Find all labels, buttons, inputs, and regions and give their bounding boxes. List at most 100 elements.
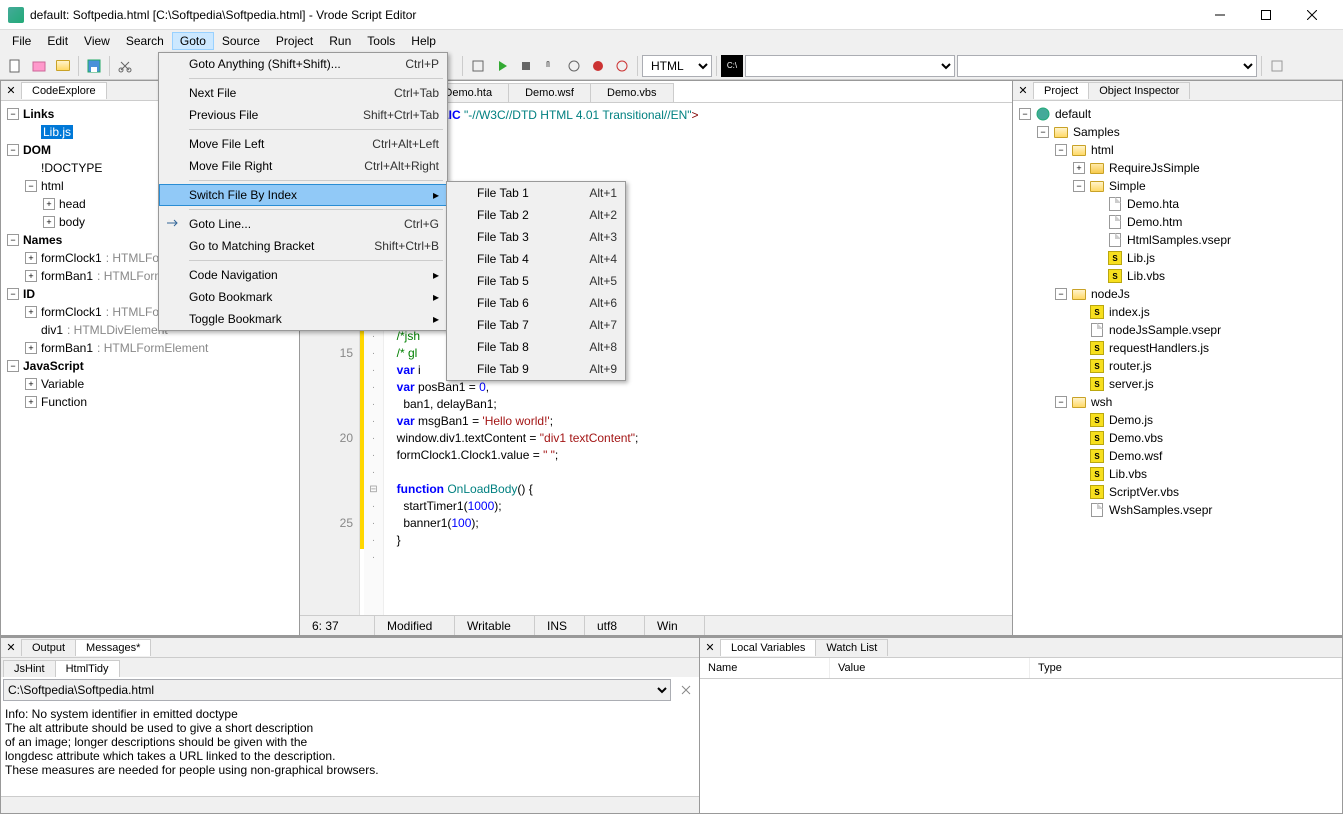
output-scrollbar[interactable] bbox=[1, 796, 699, 813]
tree-toggle[interactable]: − bbox=[1055, 144, 1067, 156]
goto-go-to-matching-bracket[interactable]: Go to Matching BracketShift+Ctrl+B bbox=[159, 235, 447, 257]
tree-node-samples[interactable]: −Samples bbox=[1015, 123, 1340, 141]
filetab-alt-6[interactable]: File Tab 6Alt+6 bbox=[447, 292, 625, 314]
menu-search[interactable]: Search bbox=[118, 32, 172, 50]
tree-node-demo-wsf[interactable]: SDemo.wsf bbox=[1015, 447, 1340, 465]
tree-node-index-js[interactable]: Sindex.js bbox=[1015, 303, 1340, 321]
goto-goto-anything-shift-shift-[interactable]: Goto Anything (Shift+Shift)...Ctrl+P bbox=[159, 53, 447, 75]
tree-toggle[interactable]: − bbox=[1055, 396, 1067, 408]
toggle-button[interactable] bbox=[467, 55, 489, 77]
close-button[interactable] bbox=[1289, 0, 1335, 30]
tree-node-formban1[interactable]: +formBan1: HTMLFormElement bbox=[3, 339, 297, 357]
tree-toggle[interactable]: − bbox=[7, 288, 19, 300]
tree-node-lib-js[interactable]: SLib.js bbox=[1015, 249, 1340, 267]
terminal-button[interactable]: C:\ bbox=[721, 55, 743, 77]
tree-node-html[interactable]: −html bbox=[1015, 141, 1340, 159]
tree-node-lib-vbs[interactable]: SLib.vbs bbox=[1015, 267, 1340, 285]
tree-node-variable[interactable]: +Variable bbox=[3, 375, 297, 393]
filetab-alt-2[interactable]: File Tab 2Alt+2 bbox=[447, 204, 625, 226]
output-tab[interactable]: Output bbox=[21, 639, 76, 656]
tree-node-simple[interactable]: −Simple bbox=[1015, 177, 1340, 195]
run-button[interactable] bbox=[491, 55, 513, 77]
filetab-alt-4[interactable]: File Tab 4Alt+4 bbox=[447, 248, 625, 270]
output-close-icon[interactable]: ✕ bbox=[3, 640, 19, 656]
tree-node-nodejssample-vsepr[interactable]: nodeJsSample.vsepr bbox=[1015, 321, 1340, 339]
col-type[interactable]: Type bbox=[1030, 658, 1342, 678]
goto-move-file-left[interactable]: Move File LeftCtrl+Alt+Left bbox=[159, 133, 447, 155]
tree-toggle[interactable]: − bbox=[7, 234, 19, 246]
output-tool-button[interactable] bbox=[675, 679, 697, 701]
tree-toggle[interactable]: + bbox=[25, 270, 37, 282]
messages-tab[interactable]: Messages* bbox=[75, 639, 151, 656]
combo1[interactable] bbox=[745, 55, 955, 77]
tree-toggle[interactable]: − bbox=[7, 108, 19, 120]
menu-edit[interactable]: Edit bbox=[39, 32, 76, 50]
vars-close-icon[interactable]: ✕ bbox=[702, 640, 718, 656]
stop-button[interactable] bbox=[515, 55, 537, 77]
filetab-alt-1[interactable]: File Tab 1Alt+1 bbox=[447, 182, 625, 204]
goto-toggle-bookmark[interactable]: Toggle Bookmark▸ bbox=[159, 308, 447, 330]
open-button[interactable] bbox=[52, 55, 74, 77]
filetab-alt-5[interactable]: File Tab 5Alt+5 bbox=[447, 270, 625, 292]
tree-toggle[interactable]: − bbox=[7, 360, 19, 372]
project-tab[interactable]: Project bbox=[1033, 82, 1089, 99]
goto-switch-file-by-index[interactable]: Switch File By Index▸File Tab 1Alt+1File… bbox=[159, 184, 447, 206]
tree-toggle[interactable]: + bbox=[25, 396, 37, 408]
tree-node-scriptver-vbs[interactable]: SScriptVer.vbs bbox=[1015, 483, 1340, 501]
filetab-demo-wsf[interactable]: Demo.wsf bbox=[508, 83, 591, 102]
tree-node-javascript[interactable]: −JavaScript bbox=[3, 357, 297, 375]
project-tree[interactable]: −default−Samples−html+RequireJsSimple−Si… bbox=[1013, 101, 1342, 635]
tree-node-demo-htm[interactable]: Demo.htm bbox=[1015, 213, 1340, 231]
tree-node-htmlsamples-vsepr[interactable]: HtmlSamples.vsepr bbox=[1015, 231, 1340, 249]
watch-list-tab[interactable]: Watch List bbox=[815, 639, 888, 656]
tree-toggle[interactable]: − bbox=[1073, 180, 1085, 192]
combo2[interactable] bbox=[957, 55, 1257, 77]
save-button[interactable] bbox=[83, 55, 105, 77]
tree-node-demo-hta[interactable]: Demo.hta bbox=[1015, 195, 1340, 213]
menu-view[interactable]: View bbox=[76, 32, 118, 50]
minimize-button[interactable] bbox=[1197, 0, 1243, 30]
menu-source[interactable]: Source bbox=[214, 32, 268, 50]
tree-node-router-js[interactable]: Srouter.js bbox=[1015, 357, 1340, 375]
tree-node-wshsamples-vsepr[interactable]: WshSamples.vsepr bbox=[1015, 501, 1340, 519]
menu-help[interactable]: Help bbox=[403, 32, 444, 50]
object-inspector-tab[interactable]: Object Inspector bbox=[1088, 82, 1190, 99]
tree-node-server-js[interactable]: Sserver.js bbox=[1015, 375, 1340, 393]
local-vars-tab[interactable]: Local Variables bbox=[720, 639, 816, 656]
htmltidy-tab[interactable]: HtmlTidy bbox=[55, 660, 120, 677]
menu-tools[interactable]: Tools bbox=[359, 32, 403, 50]
tree-node-demo-js[interactable]: SDemo.js bbox=[1015, 411, 1340, 429]
filetab-alt-9[interactable]: File Tab 9Alt+9 bbox=[447, 358, 625, 380]
filetab-demo-vbs[interactable]: Demo.vbs bbox=[590, 83, 674, 102]
tree-node-wsh[interactable]: −wsh bbox=[1015, 393, 1340, 411]
hand-button[interactable] bbox=[539, 55, 561, 77]
extra-button[interactable] bbox=[1266, 55, 1288, 77]
breakpoint-button[interactable] bbox=[587, 55, 609, 77]
goto-code-navigation[interactable]: Code Navigation▸ bbox=[159, 264, 447, 286]
menu-project[interactable]: Project bbox=[268, 32, 321, 50]
tree-node-function[interactable]: +Function bbox=[3, 393, 297, 411]
tree-toggle[interactable]: + bbox=[25, 252, 37, 264]
tree-toggle[interactable]: − bbox=[1037, 126, 1049, 138]
filetab-alt-7[interactable]: File Tab 7Alt+7 bbox=[447, 314, 625, 336]
output-path-select[interactable]: C:\Softpedia\Softpedia.html bbox=[3, 679, 671, 701]
jshint-tab[interactable]: JsHint bbox=[3, 660, 56, 677]
step-button[interactable] bbox=[563, 55, 585, 77]
tree-toggle[interactable]: + bbox=[43, 198, 55, 210]
col-name[interactable]: Name bbox=[700, 658, 830, 678]
new-button[interactable] bbox=[4, 55, 26, 77]
tree-node-requirejssimple[interactable]: +RequireJsSimple bbox=[1015, 159, 1340, 177]
maximize-button[interactable] bbox=[1243, 0, 1289, 30]
tree-toggle[interactable]: − bbox=[1055, 288, 1067, 300]
tree-toggle[interactable]: + bbox=[25, 306, 37, 318]
goto-goto-bookmark[interactable]: Goto Bookmark▸ bbox=[159, 286, 447, 308]
project-close-icon[interactable]: ✕ bbox=[1015, 83, 1031, 99]
code-explore-tab[interactable]: CodeExplore bbox=[21, 82, 107, 99]
tree-toggle[interactable]: + bbox=[1073, 162, 1085, 174]
filetab-alt-3[interactable]: File Tab 3Alt+3 bbox=[447, 226, 625, 248]
tree-toggle[interactable]: − bbox=[1019, 108, 1031, 120]
new-project-button[interactable] bbox=[28, 55, 50, 77]
tree-node-lib-vbs[interactable]: SLib.vbs bbox=[1015, 465, 1340, 483]
tree-toggle[interactable]: + bbox=[43, 216, 55, 228]
language-select[interactable]: HTML bbox=[642, 55, 712, 77]
